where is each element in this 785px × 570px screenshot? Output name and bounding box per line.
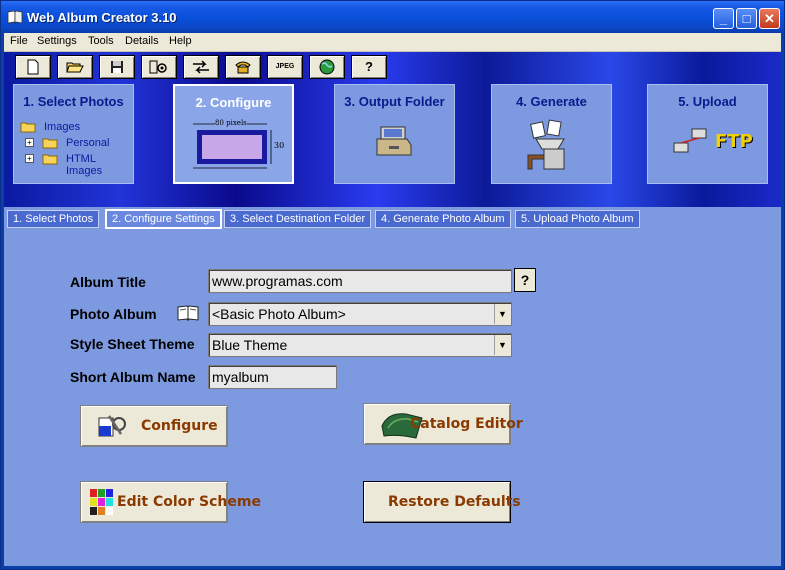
- color-grid-icon: [90, 489, 113, 515]
- height-label: 30: [274, 141, 285, 150]
- restore-defaults-button[interactable]: Restore Defaults: [363, 481, 521, 523]
- globe-icon[interactable]: [309, 55, 345, 79]
- app-window: Web Album Creator 3.10 _ □ ✕ File Settin…: [0, 0, 785, 570]
- tree-item-images[interactable]: Images: [44, 121, 80, 133]
- photo-album-value: <Basic Photo Album>: [212, 306, 346, 322]
- album-title-label: Album Title: [70, 274, 146, 290]
- step-select-photos[interactable]: 1. Select Photos Images + Personal + HTM…: [13, 84, 134, 184]
- new-file-icon[interactable]: [15, 55, 51, 79]
- width-label: 80 pixels: [215, 119, 247, 127]
- tab-upload-photo-album[interactable]: 5. Upload Photo Album: [515, 210, 640, 228]
- folder-icon: [20, 122, 36, 133]
- step-label: 4. Generate: [516, 94, 587, 109]
- tab-bar: 1. Select Photos 2. Configure Settings 3…: [4, 207, 781, 231]
- ftp-label: FTP: [715, 131, 753, 152]
- step-output-folder[interactable]: 3. Output Folder: [334, 84, 455, 184]
- menu-help[interactable]: Help: [169, 35, 192, 47]
- file-drawer-icon: [376, 126, 412, 156]
- chevron-down-icon[interactable]: ▼: [494, 304, 510, 324]
- expand-icon[interactable]: +: [25, 154, 34, 163]
- step-upload[interactable]: 5. Upload FTP: [647, 84, 768, 184]
- album-title-input[interactable]: www.programas.com: [208, 269, 512, 293]
- album-title-help-button[interactable]: ?: [514, 268, 536, 292]
- style-sheet-label: Style Sheet Theme: [70, 336, 195, 352]
- folder-icon: [42, 154, 58, 165]
- photo-album-label: Photo Album: [70, 306, 157, 322]
- step-label: 5. Upload: [678, 94, 737, 109]
- title-bar[interactable]: Web Album Creator 3.10 _ □ ✕: [1, 1, 784, 33]
- tab-select-destination-folder[interactable]: 3. Select Destination Folder: [224, 210, 372, 228]
- network-computers-icon: [673, 128, 707, 153]
- phone-icon[interactable]: [225, 55, 261, 79]
- open-folder-icon[interactable]: [57, 55, 93, 79]
- menu-details[interactable]: Details: [125, 35, 159, 47]
- configure-button-label: Configure: [141, 418, 218, 434]
- edit-color-scheme-button-label: Edit Color Scheme: [117, 494, 261, 510]
- open-book-icon[interactable]: [176, 304, 200, 322]
- folder-icon: [42, 138, 58, 149]
- tree-item-personal[interactable]: Personal: [66, 137, 109, 149]
- configure-tools-icon: [98, 415, 126, 437]
- book-icon: [7, 10, 23, 24]
- step-label: 2. Configure: [195, 95, 272, 110]
- step-configure[interactable]: 2. Configure 80 pixels 30: [173, 84, 294, 184]
- menu-settings[interactable]: Settings: [37, 35, 77, 47]
- style-sheet-value: Blue Theme: [212, 337, 288, 353]
- catalog-editor-button[interactable]: Catalog Editor: [363, 403, 523, 445]
- configure-button[interactable]: Configure: [80, 405, 228, 447]
- help-icon[interactable]: ?: [351, 55, 387, 79]
- save-disk-icon[interactable]: [99, 55, 135, 79]
- tab-select-photos[interactable]: 1. Select Photos: [7, 210, 100, 228]
- step-generate[interactable]: 4. Generate: [491, 84, 612, 184]
- edit-color-scheme-button[interactable]: Edit Color Scheme: [80, 481, 261, 523]
- short-name-input[interactable]: myalbum: [208, 365, 337, 389]
- tab-generate-photo-album[interactable]: 4. Generate Photo Album: [375, 210, 511, 228]
- folder-tree: Images + Personal + HTML Images: [20, 121, 109, 177]
- menu-bar: File Settings Tools Details Help: [4, 33, 781, 52]
- restore-defaults-button-label: Restore Defaults: [388, 494, 521, 510]
- tree-item-html-images[interactable]: HTML Images: [66, 153, 102, 177]
- tab-configure-settings[interactable]: 2. Configure Settings: [105, 209, 222, 229]
- main-content: JPEG ? 1. Select Photos Images + Persona: [4, 52, 781, 566]
- chevron-down-icon[interactable]: ▼: [494, 335, 510, 355]
- generate-machine-icon: [527, 119, 565, 170]
- transfer-arrows-icon[interactable]: [183, 55, 219, 79]
- step-label: 3. Output Folder: [344, 94, 445, 109]
- short-name-label: Short Album Name: [70, 369, 196, 385]
- menu-file[interactable]: File: [10, 35, 28, 47]
- maximize-button[interactable]: □: [736, 8, 757, 29]
- catalog-editor-button-label: Catalog Editor: [410, 416, 523, 432]
- expand-icon[interactable]: +: [25, 138, 34, 147]
- menu-tools[interactable]: Tools: [88, 35, 114, 47]
- jpeg-icon[interactable]: JPEG: [267, 55, 303, 79]
- window-title: Web Album Creator 3.10: [27, 10, 177, 25]
- image-settings-icon[interactable]: [141, 55, 177, 79]
- photo-album-select[interactable]: <Basic Photo Album> ▼: [208, 302, 512, 326]
- step-label: 1. Select Photos: [23, 94, 124, 109]
- close-button[interactable]: ✕: [759, 8, 780, 29]
- configure-settings-panel: Album Title www.programas.com ? Photo Al…: [4, 231, 781, 566]
- style-sheet-select[interactable]: Blue Theme ▼: [208, 333, 512, 357]
- minimize-button[interactable]: _: [713, 8, 734, 29]
